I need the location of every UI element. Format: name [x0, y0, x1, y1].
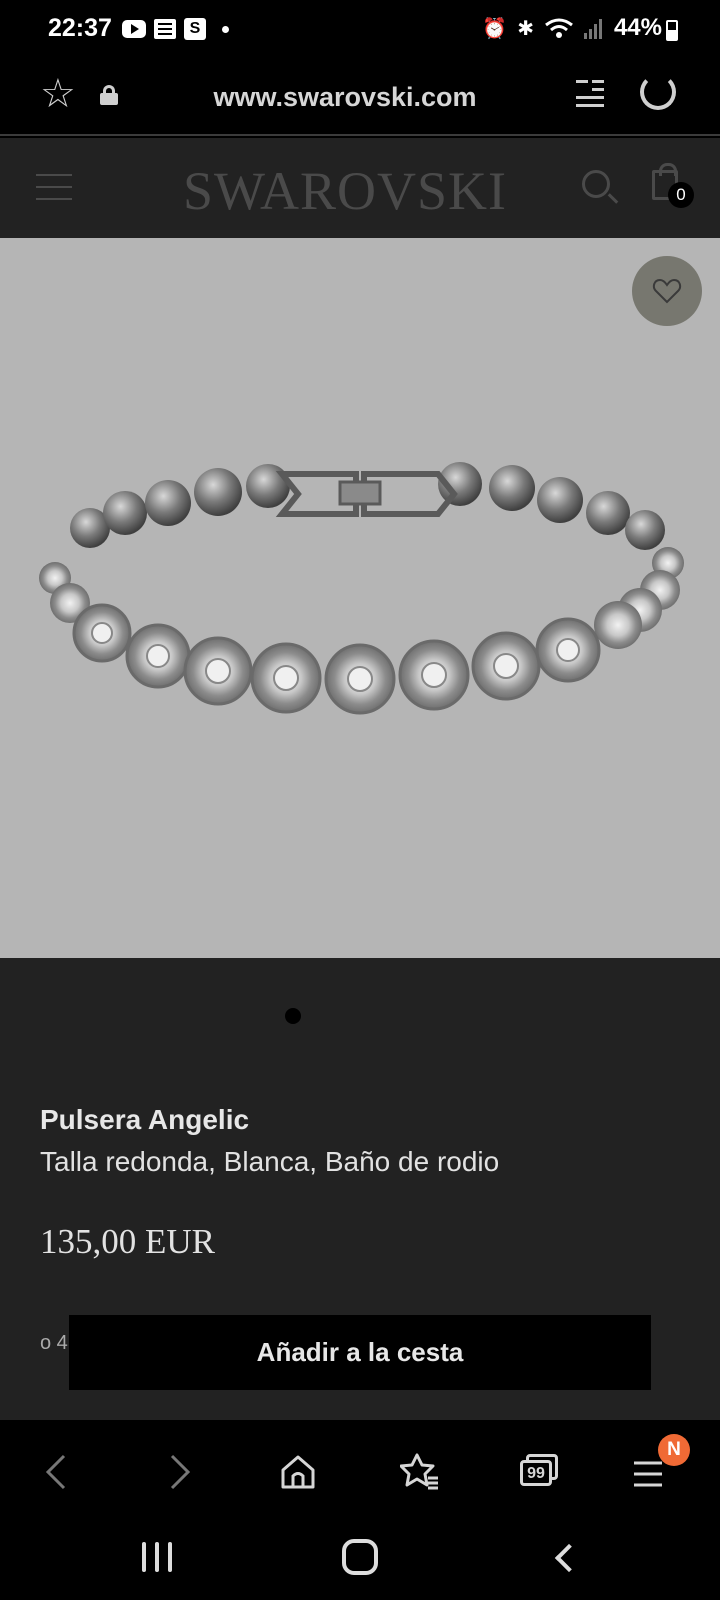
recent-apps-icon[interactable] [142, 1542, 174, 1572]
heart-icon [652, 278, 682, 304]
hamburger-menu-icon[interactable] [36, 174, 72, 200]
wifi-icon [545, 18, 573, 38]
alarm-icon: ⏰ [482, 17, 508, 40]
wishlist-button[interactable] [632, 256, 702, 326]
notification-dot-icon [222, 25, 229, 33]
forward-arrow-icon[interactable] [166, 1454, 192, 1490]
status-notification-icons: S [122, 18, 229, 40]
carousel-indicator-dot[interactable] [285, 1008, 301, 1024]
menu-icon[interactable] [632, 1460, 664, 1488]
bluetooth-icon: ✱ [517, 17, 534, 40]
browser-url-bar: ☆ www.swarovski.com [0, 60, 720, 136]
add-to-cart-button[interactable]: Añadir a la cesta [69, 1315, 651, 1390]
status-time: 22:37 [48, 14, 112, 42]
back-arrow-icon[interactable] [44, 1454, 70, 1490]
bookmark-star-icon[interactable]: ☆ [40, 74, 76, 114]
battery-icon [666, 20, 678, 41]
search-icon[interactable] [582, 170, 610, 198]
product-image[interactable] [0, 238, 720, 958]
status-bar: 22:37 S ⏰ ✱ 44% [0, 0, 720, 60]
sheet-icon [154, 19, 176, 39]
system-navigation-bar [0, 1520, 720, 1600]
lock-icon[interactable] [100, 85, 118, 105]
youtube-icon [122, 20, 146, 38]
status-system-icons: ⏰ ✱ 44% [482, 14, 662, 42]
battery-percent: 44% [613, 14, 662, 41]
url-text[interactable]: www.swarovski.com [150, 82, 540, 113]
browser-toolbar: 99 N [0, 1420, 720, 1520]
product-description: Talla redonda, Blanca, Baño de rodio [40, 1146, 500, 1177]
cart-count-badge: 0 [668, 182, 694, 208]
reader-mode-icon[interactable] [576, 78, 604, 107]
s-app-icon: S [184, 18, 206, 40]
home-icon[interactable] [280, 1454, 316, 1490]
bracelet-image [39, 462, 684, 715]
product-info: Pulsera Angelic Talla redonda, Blanca, B… [0, 958, 720, 1420]
tabs-button[interactable]: 99 [520, 1454, 560, 1488]
site-header: SWAROVSKI 0 [0, 138, 720, 238]
reload-icon[interactable] [640, 74, 676, 110]
installments-text: o 4 [40, 1332, 68, 1354]
home-button-icon[interactable] [342, 1539, 378, 1575]
menu-notification-badge: N [658, 1434, 690, 1466]
signal-icon [583, 19, 602, 39]
site-logo[interactable]: SWAROVSKI [160, 160, 530, 222]
product-name: Pulsera Angelic [40, 1104, 250, 1135]
tabs-count: 99 [520, 1460, 552, 1486]
product-price: 135,00 EUR [40, 1222, 215, 1261]
back-button-icon[interactable] [554, 1543, 584, 1573]
bookmarks-icon[interactable] [400, 1452, 440, 1492]
